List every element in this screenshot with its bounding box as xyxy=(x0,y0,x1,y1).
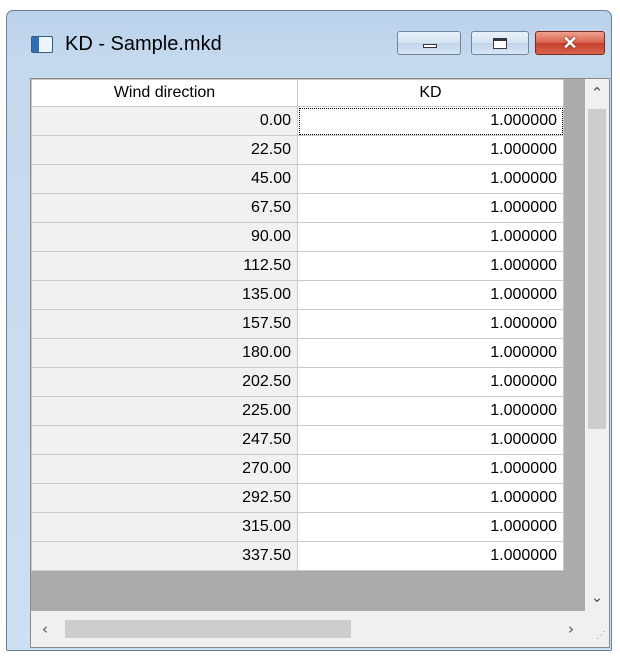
wind-direction-cell[interactable]: 202.50 xyxy=(31,367,298,397)
table-row[interactable]: 225.00 1.000000 xyxy=(31,396,564,426)
wind-direction-cell[interactable]: 315.00 xyxy=(31,512,298,542)
wind-direction-cell[interactable]: 0.00 xyxy=(31,106,298,136)
wind-direction-cell[interactable]: 247.50 xyxy=(31,425,298,455)
kd-cell[interactable]: 1.000000 xyxy=(297,222,564,252)
client-area: Wind direction KD 0.00 1.000000 22.50 1.000… xyxy=(30,78,610,648)
table-row[interactable]: 90.00 1.000000 xyxy=(31,222,564,252)
maximize-button[interactable] xyxy=(471,31,529,55)
window-title: KD - Sample.mkd xyxy=(65,33,222,55)
wind-direction-cell[interactable]: 292.50 xyxy=(31,483,298,513)
table-row[interactable]: 315.00 1.000000 xyxy=(31,512,564,542)
vertical-scroll-thumb[interactable] xyxy=(588,109,606,429)
table-row[interactable]: 0.00 1.000000 xyxy=(31,106,564,136)
wind-direction-cell[interactable]: 135.00 xyxy=(31,280,298,310)
kd-cell[interactable]: 1.000000 xyxy=(297,338,564,368)
minimize-icon xyxy=(423,44,437,48)
wind-direction-cell[interactable]: 90.00 xyxy=(31,222,298,252)
vertical-scrollbar[interactable]: ⌃ ⌄ xyxy=(585,79,609,611)
wind-direction-cell[interactable]: 180.00 xyxy=(31,338,298,368)
header-row: Wind direction KD xyxy=(31,79,564,107)
wind-direction-cell[interactable]: 270.00 xyxy=(31,454,298,484)
chevron-right-icon[interactable]: › xyxy=(561,619,581,639)
table-row[interactable]: 247.50 1.000000 xyxy=(31,425,564,455)
wind-direction-cell[interactable]: 22.50 xyxy=(31,135,298,165)
kd-cell[interactable]: 1.000000 xyxy=(297,541,564,571)
table-row[interactable]: 337.50 1.000000 xyxy=(31,541,564,571)
title-bar[interactable]: KD - Sample.mkd ✕ xyxy=(7,11,611,73)
kd-cell[interactable]: 1.000000 xyxy=(297,193,564,223)
close-button[interactable]: ✕ xyxy=(535,31,605,55)
kd-cell[interactable]: 1.000000 xyxy=(297,280,564,310)
column-header-wind-direction[interactable]: Wind direction xyxy=(31,79,298,107)
table-row[interactable]: 180.00 1.000000 xyxy=(31,338,564,368)
maximize-icon xyxy=(493,38,507,49)
kd-cell[interactable]: 1.000000 xyxy=(297,425,564,455)
table-row[interactable]: 292.50 1.000000 xyxy=(31,483,564,513)
size-grip-icon[interactable]: ⋰ xyxy=(585,611,609,647)
kd-cell[interactable]: 1.000000 xyxy=(297,309,564,339)
kd-cell[interactable]: 1.000000 xyxy=(297,512,564,542)
chevron-left-icon[interactable]: ‹ xyxy=(35,619,55,639)
wind-direction-cell[interactable]: 112.50 xyxy=(31,251,298,281)
kd-cell[interactable]: 1.000000 xyxy=(297,454,564,484)
chevron-up-icon[interactable]: ⌃ xyxy=(585,83,609,103)
window: KD - Sample.mkd ✕ Wind direction KD 0.00… xyxy=(6,10,612,651)
table-row[interactable]: 112.50 1.000000 xyxy=(31,251,564,281)
table-row[interactable]: 67.50 1.000000 xyxy=(31,193,564,223)
kd-table: Wind direction KD 0.00 1.000000 22.50 1.000… xyxy=(31,79,564,571)
kd-cell[interactable]: 1.000000 xyxy=(297,135,564,165)
kd-cell[interactable]: 1.000000 xyxy=(297,396,564,426)
column-header-kd[interactable]: KD xyxy=(297,79,564,107)
kd-cell[interactable]: 1.000000 xyxy=(297,483,564,513)
table-row[interactable]: 157.50 1.000000 xyxy=(31,309,564,339)
horizontal-scroll-thumb[interactable] xyxy=(65,620,351,638)
horizontal-scrollbar[interactable]: ‹ › xyxy=(31,611,585,647)
chevron-down-icon[interactable]: ⌄ xyxy=(585,587,609,607)
wind-direction-cell[interactable]: 337.50 xyxy=(31,541,298,571)
table-row[interactable]: 270.00 1.000000 xyxy=(31,454,564,484)
kd-cell[interactable]: 1.000000 xyxy=(297,106,564,136)
data-grid: Wind direction KD 0.00 1.000000 22.50 1.000… xyxy=(31,79,585,611)
kd-cell[interactable]: 1.000000 xyxy=(297,164,564,194)
app-icon[interactable] xyxy=(31,36,53,53)
kd-cell[interactable]: 1.000000 xyxy=(297,251,564,281)
table-row[interactable]: 22.50 1.000000 xyxy=(31,135,564,165)
table-row[interactable]: 45.00 1.000000 xyxy=(31,164,564,194)
wind-direction-cell[interactable]: 45.00 xyxy=(31,164,298,194)
wind-direction-cell[interactable]: 157.50 xyxy=(31,309,298,339)
kd-cell[interactable]: 1.000000 xyxy=(297,367,564,397)
wind-direction-cell[interactable]: 225.00 xyxy=(31,396,298,426)
close-icon: ✕ xyxy=(562,33,578,53)
wind-direction-cell[interactable]: 67.50 xyxy=(31,193,298,223)
table-row[interactable]: 202.50 1.000000 xyxy=(31,367,564,397)
table-row[interactable]: 135.00 1.000000 xyxy=(31,280,564,310)
minimize-button[interactable] xyxy=(397,31,461,55)
